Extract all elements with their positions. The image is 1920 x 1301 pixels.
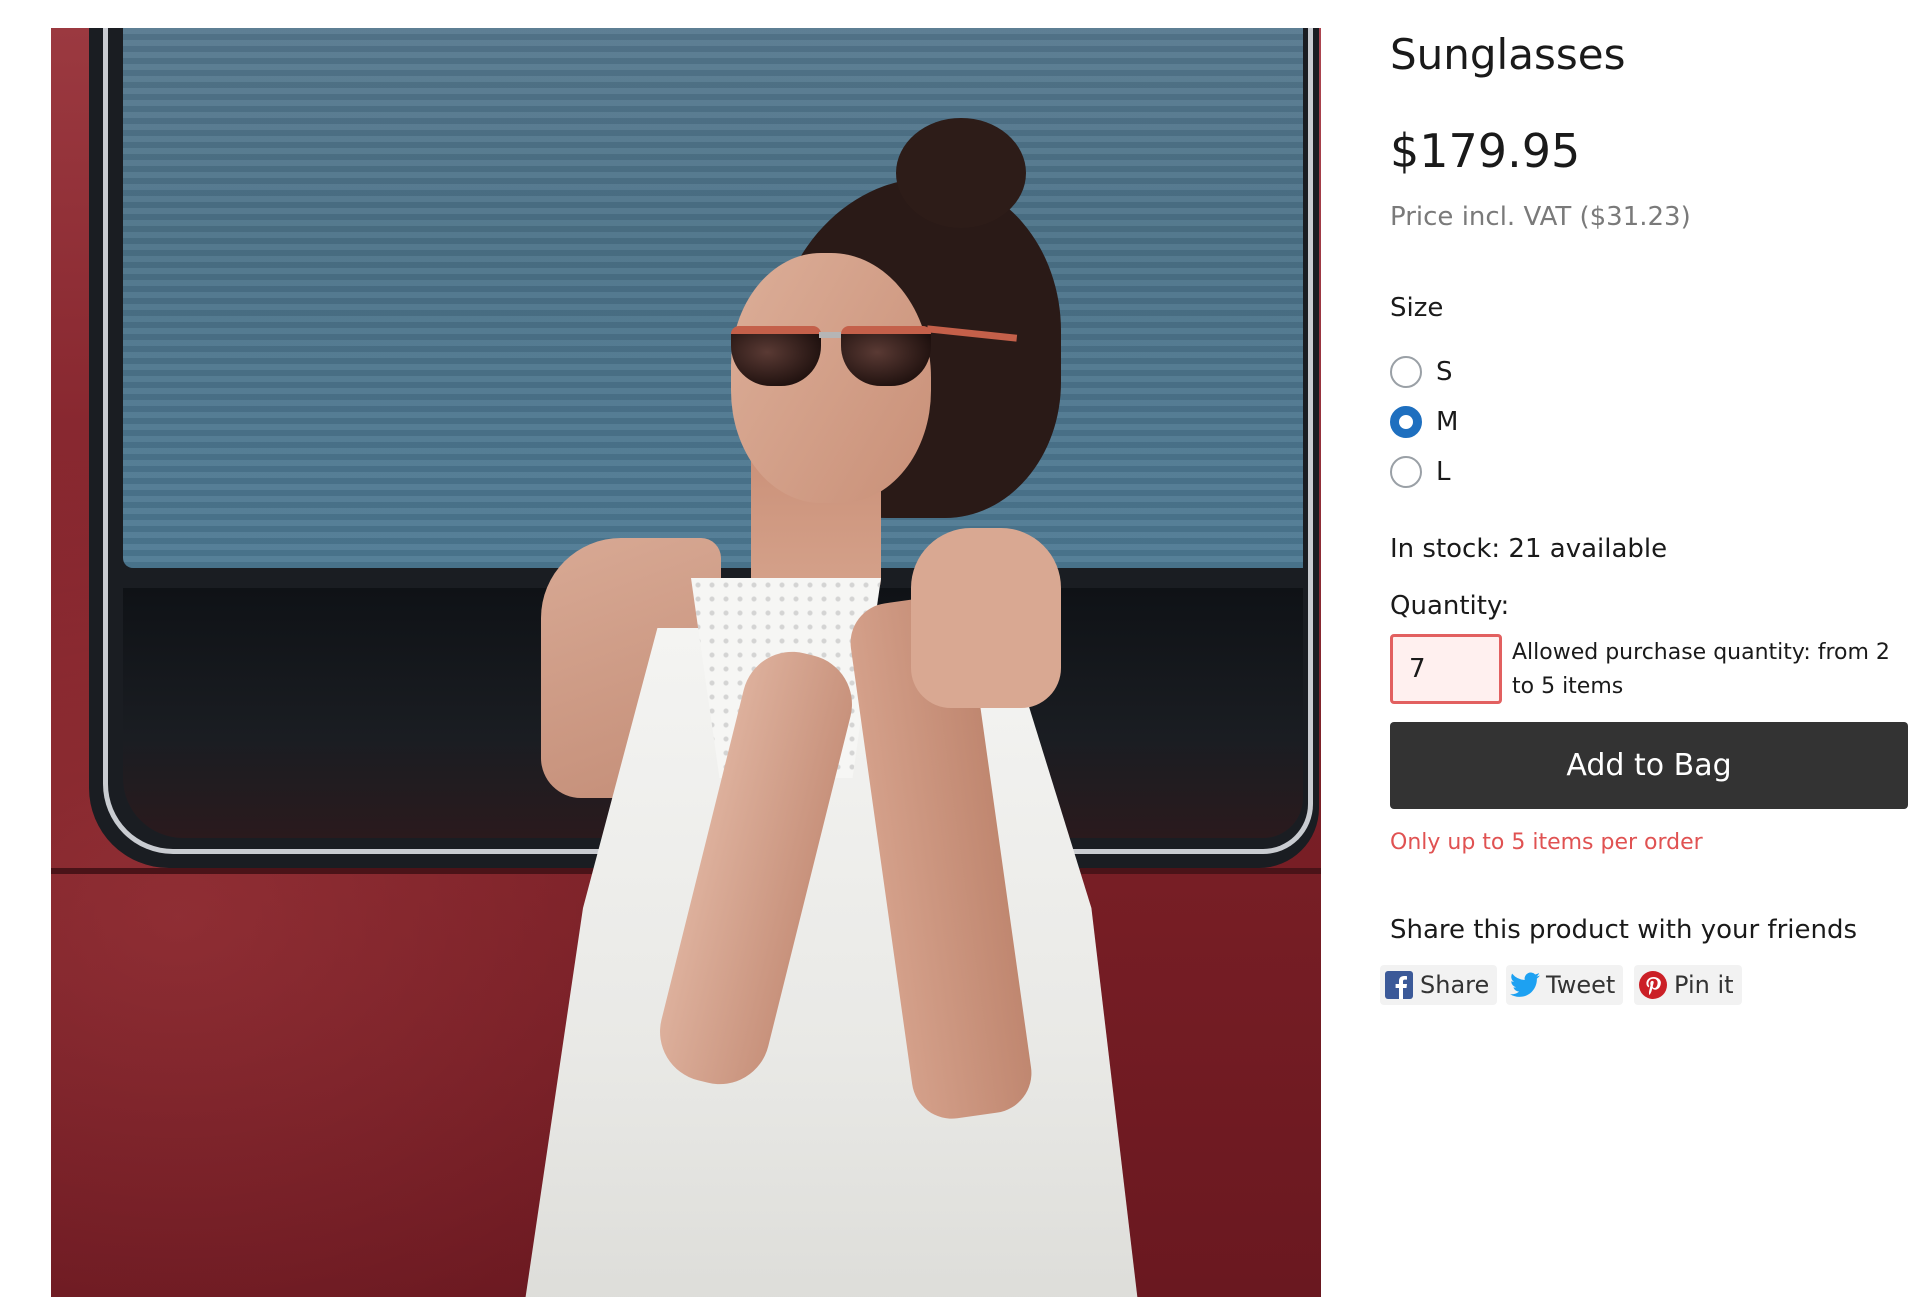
- share-pinterest-button[interactable]: Pin it: [1634, 965, 1742, 1005]
- product-page: Sunglasses $179.95 Price incl. VAT ($31.…: [0, 0, 1920, 1301]
- stock-status: In stock: 21 available: [1390, 534, 1668, 564]
- share-button-label: Tweet: [1546, 971, 1616, 999]
- product-title: Sunglasses: [1390, 30, 1626, 79]
- share-facebook-button[interactable]: Share: [1380, 965, 1498, 1005]
- sunglasses-lens-left: [731, 326, 821, 386]
- quantity-input[interactable]: [1390, 634, 1502, 704]
- radio-m[interactable]: [1390, 406, 1422, 438]
- size-option-s[interactable]: S: [1390, 355, 1453, 389]
- size-option-m[interactable]: M: [1390, 405, 1458, 439]
- twitter-icon: [1510, 970, 1540, 1000]
- share-heading: Share this product with your friends: [1390, 915, 1858, 945]
- vat-note: Price incl. VAT ($31.23): [1390, 202, 1691, 232]
- share-button-label: Share: [1420, 971, 1490, 999]
- quantity-label: Quantity:: [1390, 591, 1510, 621]
- product-price: $179.95: [1390, 124, 1581, 178]
- quantity-error-message: Only up to 5 items per order: [1390, 830, 1703, 855]
- size-option-label: S: [1436, 357, 1453, 387]
- size-option-label: L: [1436, 457, 1451, 487]
- facebook-icon: [1384, 970, 1414, 1000]
- add-to-bag-button[interactable]: Add to Bag: [1390, 722, 1908, 809]
- size-option-label: M: [1436, 407, 1459, 437]
- sunglasses-product: [691, 318, 1018, 398]
- pinterest-icon: [1638, 970, 1668, 1000]
- model-hair-bun: [896, 118, 1026, 228]
- size-label: Size: [1390, 293, 1444, 323]
- model-hands: [911, 528, 1061, 708]
- share-twitter-button[interactable]: Tweet: [1506, 965, 1624, 1005]
- sunglasses-lens-right: [841, 326, 931, 386]
- quantity-hint: Allowed purchase quantity: from 2 to 5 i…: [1512, 640, 1890, 699]
- radio-s[interactable]: [1390, 356, 1422, 388]
- size-option-l[interactable]: L: [1390, 455, 1451, 489]
- radio-l[interactable]: [1390, 456, 1422, 488]
- share-button-label: Pin it: [1674, 971, 1734, 999]
- product-image: [51, 28, 1321, 1297]
